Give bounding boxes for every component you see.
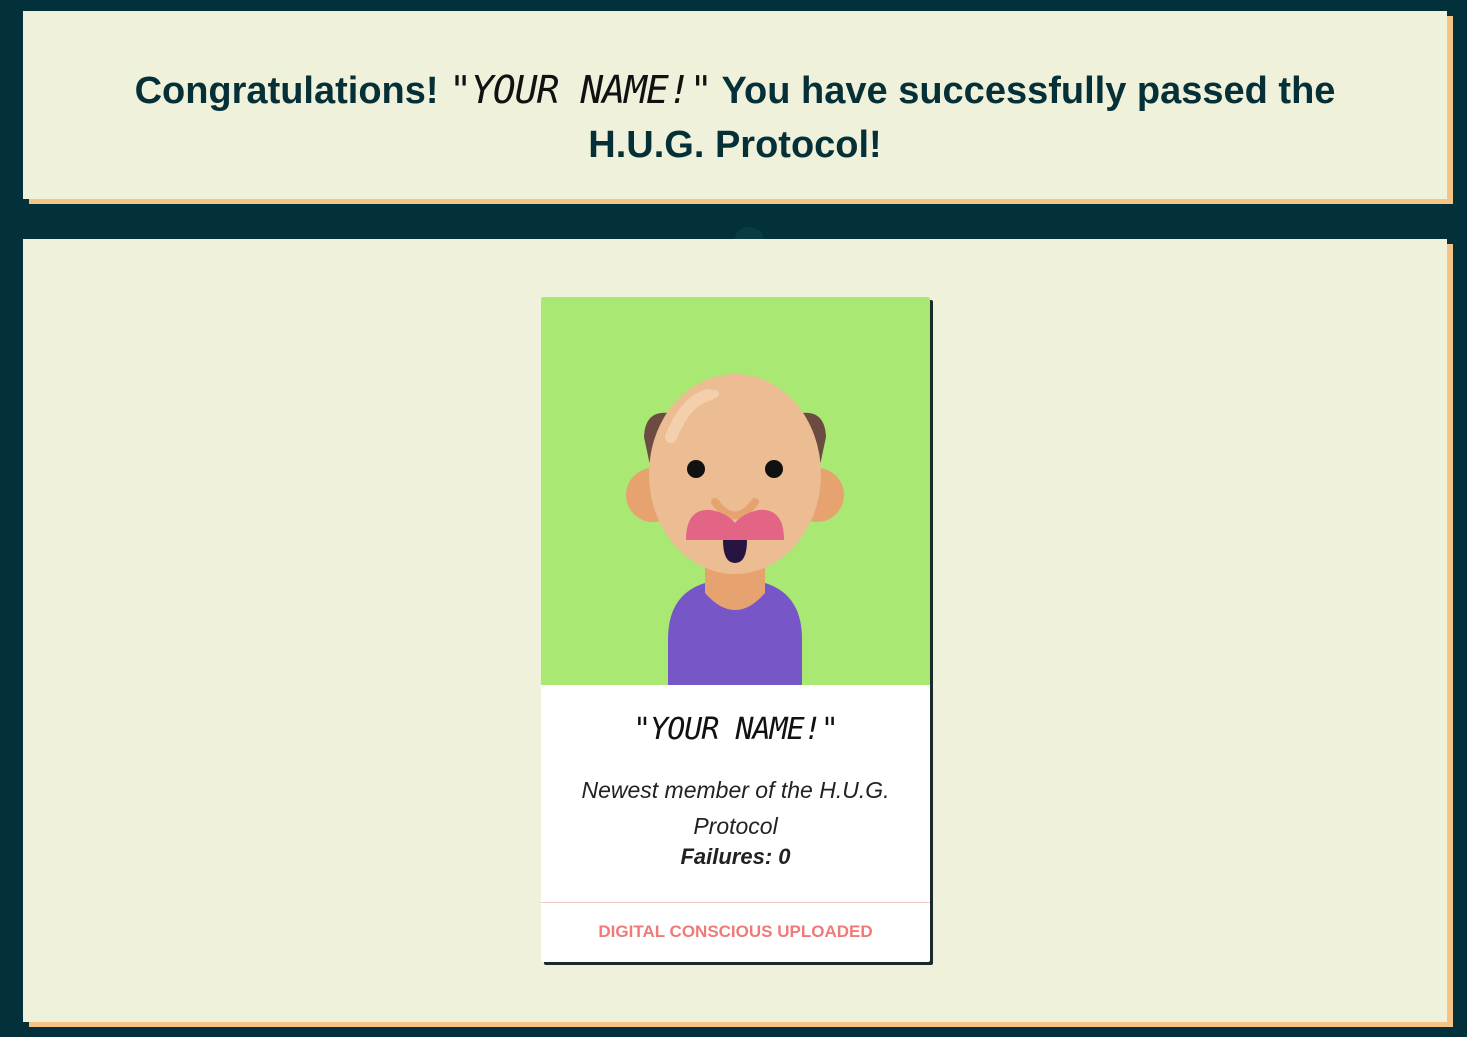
avatar-image	[541, 297, 930, 685]
card-user-name: "YOUR NAME!"	[633, 712, 839, 747]
main-panel: "YOUR NAME!" Newest member of the H.U.G.…	[23, 239, 1447, 1022]
congratulations-heading: Congratulations! "YOUR NAME!" You have s…	[83, 63, 1387, 172]
member-card: "YOUR NAME!" Newest member of the H.U.G.…	[541, 297, 930, 962]
digital-conscious-uploaded-button[interactable]: DIGITAL CONSCIOUS UPLOADED	[541, 903, 930, 962]
heading-user-name: "YOUR NAME!"	[449, 68, 713, 112]
heading-prefix: Congratulations!	[134, 70, 450, 112]
header-panel: Congratulations! "YOUR NAME!" You have s…	[23, 11, 1447, 199]
card-description: Newest member of the H.U.G. Protocol	[581, 777, 890, 839]
failures-count: Failures: 0	[680, 844, 791, 869]
bald-man-avatar-icon	[626, 374, 844, 685]
